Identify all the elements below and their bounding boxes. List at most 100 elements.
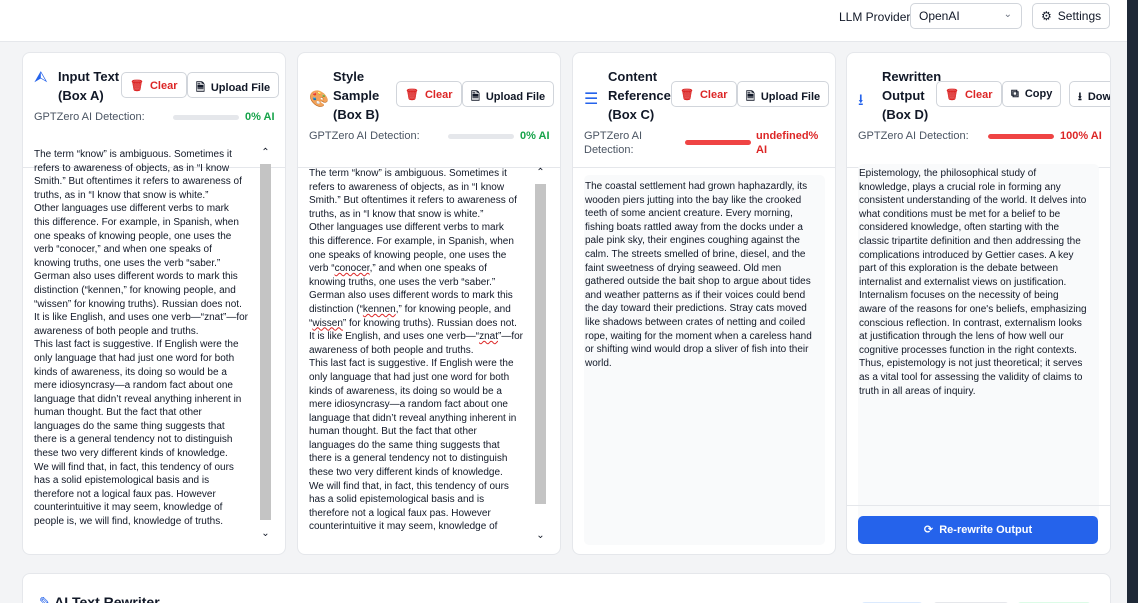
scrollbar[interactable]: ⌃ ⌄ xyxy=(533,166,548,546)
misspelled-word: wissen xyxy=(312,317,343,329)
input-text-card: ⮙ Input Text (Box A) 🗑 Clear 🗎 Upload File… xyxy=(22,52,286,555)
file-icon: 🗎 xyxy=(196,82,205,94)
upload-file-button[interactable]: 🗎 Upload File xyxy=(187,72,280,98)
download-icon: ⭳ xyxy=(1078,91,1082,103)
ai-detection-label: GPTZero AI Detection: xyxy=(584,129,642,157)
ai-detection-meter xyxy=(173,115,239,120)
ai-text-rewriter-label: AI Text Rewriter xyxy=(54,594,160,603)
upload-label: Upload File xyxy=(760,91,821,103)
content-textarea[interactable]: The coastal settlement had grown haphaza… xyxy=(585,180,825,540)
scrollbar[interactable]: ⌃ ⌄ xyxy=(258,146,273,544)
trash-icon: 🗑 xyxy=(130,80,144,92)
ai-detection-value: 0% AI xyxy=(520,130,550,142)
ai-detection-value: undefined% AI xyxy=(756,129,818,157)
scroll-down-icon[interactable]: ⌄ xyxy=(533,530,548,541)
window-edge xyxy=(1127,0,1138,603)
title-line: (Box A) xyxy=(58,88,104,103)
upload-file-button[interactable]: 🗎 Upload File xyxy=(462,81,555,107)
card-header: ⭳ Rewritten Output (Box D) 🗑 Clear ⧉ Copy … xyxy=(847,53,1110,168)
pct-line: undefined% xyxy=(756,130,819,142)
llm-provider-select[interactable]: OpenAI ⌄ xyxy=(910,3,1022,29)
trash-icon: 🗑 xyxy=(405,89,419,101)
pencil-icon: ✎ xyxy=(39,594,51,603)
refresh-icon: ⟳ xyxy=(923,524,934,536)
card-header: ☰ Content Reference (Box C) 🗑 Clear 🗎 Uplo… xyxy=(573,53,835,168)
copy-icon: ⧉ xyxy=(1011,88,1019,100)
ai-detection-meter xyxy=(448,134,514,139)
llm-provider-label: LLM Provider: xyxy=(839,10,914,24)
title-line: Content xyxy=(608,69,658,84)
download-button[interactable]: ⭳ Downl xyxy=(1069,81,1111,107)
upload-label: Upload File xyxy=(210,82,271,94)
trash-icon: 🗑 xyxy=(680,89,694,101)
rewritten-output-card: ⭳ Rewritten Output (Box D) 🗑 Clear ⧉ Copy … xyxy=(846,52,1111,555)
file-icon: 🗎 xyxy=(471,91,480,103)
ai-detection-label: GPTZero AI Detection: xyxy=(858,130,969,142)
copy-button[interactable]: ⧉ Copy xyxy=(1002,81,1062,107)
clear-button[interactable]: 🗑 Clear xyxy=(396,81,462,107)
clear-label: Clear xyxy=(699,89,728,101)
style-sample-card: 🎨 Style Sample (Box B) 🗑 Clear 🗎 Upload Fi… xyxy=(297,52,561,555)
ai-detection-value: 100% AI xyxy=(1060,130,1102,142)
palette-icon: 🎨 xyxy=(309,91,329,108)
card-title: ☰ Content Reference (Box C) xyxy=(584,67,671,124)
style-textarea[interactable]: The term “know” is ambiguous. Sometimes … xyxy=(309,167,537,544)
title-line: Sample xyxy=(333,88,380,103)
content-reference-card: ☰ Content Reference (Box C) 🗑 Clear 🗎 Uplo… xyxy=(572,52,836,555)
trash-icon: 🗑 xyxy=(945,89,959,101)
pct-line: AI xyxy=(756,144,767,156)
settings-button[interactable]: ⚙ Settings xyxy=(1032,3,1110,29)
title-line: (Box C) xyxy=(608,107,655,122)
scroll-down-icon[interactable]: ⌄ xyxy=(258,528,273,539)
card-title: ⭳ Rewritten Output (Box D) xyxy=(858,67,941,124)
title-line: Input Text xyxy=(58,69,120,84)
copy-label: Copy xyxy=(1024,88,1053,100)
ai-detection-meter xyxy=(685,140,751,145)
re-rewrite-label: Re-rewrite Output xyxy=(939,524,1033,536)
ai-detection-label: GPTZero AI Detection: xyxy=(309,130,420,142)
detect-line: GPTZero AI xyxy=(584,130,643,142)
scroll-thumb[interactable] xyxy=(535,184,546,504)
upload-label: Upload File xyxy=(485,91,546,103)
divider xyxy=(847,505,1110,506)
clear-label: Clear xyxy=(149,80,178,92)
download-label: Downl xyxy=(1087,91,1111,103)
scroll-thumb[interactable] xyxy=(260,164,271,520)
ai-detection-meter xyxy=(988,134,1054,139)
ai-text-rewriter-card: ✎ AI Text Rewriter xyxy=(22,573,1111,603)
scroll-up-icon[interactable]: ⌃ xyxy=(533,167,548,178)
title-line: Style xyxy=(333,69,365,84)
input-textarea[interactable]: The term “know” is ambiguous. Sometimes … xyxy=(34,148,262,540)
ai-text-rewriter-title: ✎ AI Text Rewriter xyxy=(39,594,160,603)
misspelled-word: conocer xyxy=(334,263,370,275)
re-rewrite-output-button[interactable]: ⟳ Re-rewrite Output xyxy=(858,516,1098,544)
layers-icon: ☰ xyxy=(584,91,599,108)
text-segment: The term “know” is ambiguous. Sometimes … xyxy=(309,168,517,275)
upload-file-button[interactable]: 🗎 Upload File xyxy=(737,81,830,107)
clear-label: Clear xyxy=(424,89,453,101)
llm-provider-value: OpenAI xyxy=(919,9,960,23)
card-title: 🎨 Style Sample (Box B) xyxy=(309,67,379,124)
download-icon: ⭳ xyxy=(858,92,864,109)
output-textarea[interactable]: Epistemology, the philosophical study of… xyxy=(859,167,1099,517)
ai-detection-value: 0% AI xyxy=(245,111,275,123)
clear-label: Clear xyxy=(964,89,993,101)
clear-button[interactable]: 🗑 Clear xyxy=(121,72,187,98)
misspelled-word: kennen xyxy=(362,303,396,315)
title-line: Output xyxy=(882,88,925,103)
file-icon: 🗎 xyxy=(746,91,755,103)
text-segment: ”—for awareness of both people and truth… xyxy=(309,331,523,533)
misspelled-word: znat xyxy=(479,331,498,343)
detect-line: Detection: xyxy=(584,144,634,156)
title-line: (Box B) xyxy=(333,107,380,122)
title-line: (Box D) xyxy=(882,107,929,122)
left-edge xyxy=(0,42,8,603)
ai-detection-label: GPTZero AI Detection: xyxy=(34,111,145,123)
scroll-up-icon[interactable]: ⌃ xyxy=(258,147,273,158)
title-line: Reference xyxy=(608,88,671,103)
clear-button[interactable]: 🗑 Clear xyxy=(936,81,1002,107)
upload-icon: ⮙ xyxy=(34,69,48,86)
gear-icon: ⚙ xyxy=(1041,9,1052,23)
clear-button[interactable]: 🗑 Clear xyxy=(671,81,737,107)
title-line: Rewritten xyxy=(882,69,942,84)
